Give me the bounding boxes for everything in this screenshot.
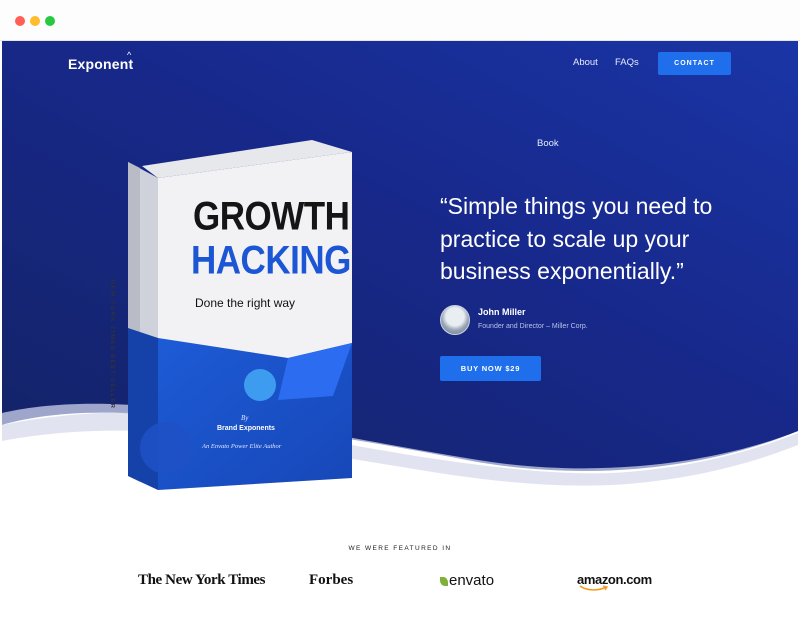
book-subtitle: Done the right way (195, 296, 296, 310)
close-window-icon[interactable] (15, 16, 25, 26)
amazon-smile-icon (579, 585, 609, 591)
nav-link-faqs[interactable]: FAQs (615, 57, 639, 68)
book-title-line2: HACKING (191, 238, 351, 283)
press-logo-forbes: Forbes (309, 572, 354, 588)
browser-window-bar (0, 0, 800, 41)
featured-heading: WE WERE FEATURED IN (348, 545, 452, 552)
book-by-label: By (241, 414, 249, 422)
contact-button[interactable]: CONTACT (658, 52, 731, 75)
author-role: Founder and Director – Miller Corp. (478, 323, 588, 330)
book-cover-image (128, 140, 352, 490)
buy-now-button[interactable]: BUY NOW $29 (440, 356, 541, 381)
press-logo-envato: envato (449, 572, 495, 589)
hero-quote: “Simple things you need to practice to s… (440, 193, 713, 284)
author-name: John Miller (478, 307, 526, 317)
book-spine-text: NEW YORK TIMES BEST SELLER (109, 280, 115, 410)
maximize-window-icon[interactable] (45, 16, 55, 26)
envato-leaf-icon (440, 577, 448, 586)
logo-caret-icon: ^ (127, 50, 132, 60)
nav-link-about[interactable]: About (573, 57, 598, 68)
book-tagline: An Envato Power Elite Author (202, 443, 282, 450)
book-author: Brand Exponents (217, 425, 275, 432)
brand-logo[interactable]: Exponent (68, 56, 133, 72)
book-title-line1: GROWTH (193, 194, 350, 239)
author-avatar (440, 305, 470, 335)
minimize-window-icon[interactable] (30, 16, 40, 26)
press-logo-nyt: The New York Times (138, 572, 266, 588)
